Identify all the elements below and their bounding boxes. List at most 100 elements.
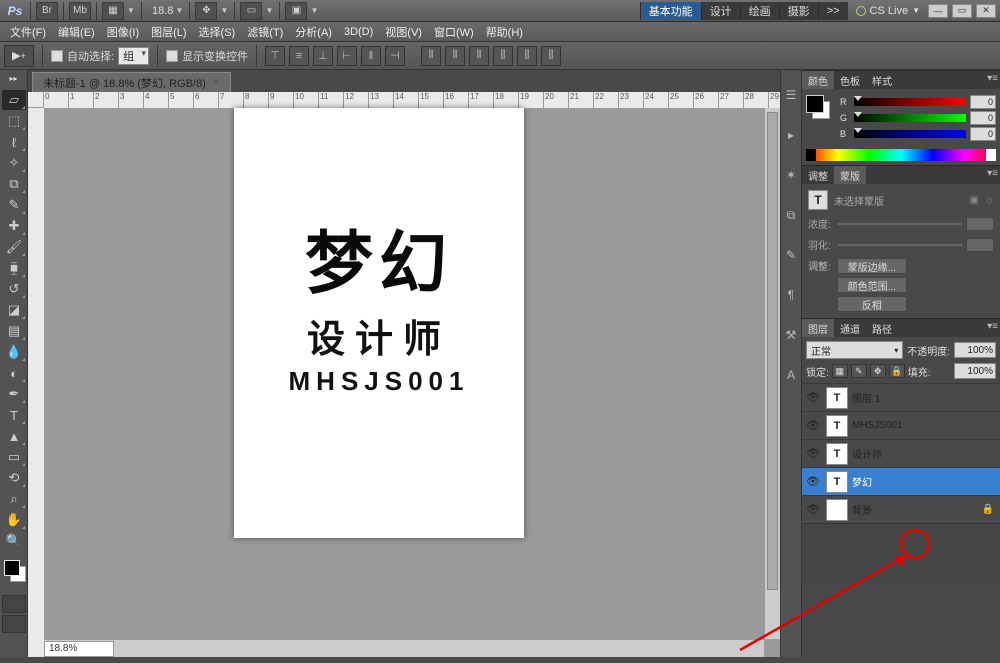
layer-visibility-icon[interactable]: 👁: [804, 475, 822, 488]
screen-mode-button[interactable]: ▣: [285, 2, 307, 20]
paragraph-panel-icon[interactable]: ¶: [782, 286, 800, 304]
canvas-viewport[interactable]: 梦幻 设计师 MHSJS001: [44, 108, 780, 657]
distribute-top-button[interactable]: ⫴: [421, 46, 441, 66]
align-bottom-button[interactable]: ⊥: [313, 46, 333, 66]
fill-value[interactable]: 100%: [954, 363, 996, 379]
density-value[interactable]: [966, 217, 994, 231]
brush-tool[interactable]: 🖌: [2, 237, 26, 257]
ruler-horizontal[interactable]: 0123456789101112131415161718192021222324…: [44, 92, 780, 108]
zoom-level[interactable]: 18.8: [152, 5, 173, 17]
b-slider[interactable]: [854, 130, 966, 138]
menu-image[interactable]: 图像(I): [101, 24, 145, 40]
clone-source-panel-icon[interactable]: ⧉: [782, 206, 800, 224]
blur-tool[interactable]: 💧: [2, 342, 26, 362]
close-tab-icon[interactable]: ✕: [212, 77, 220, 88]
distribute-bottom-button[interactable]: ⫴: [469, 46, 489, 66]
path-selection-tool[interactable]: ▲: [2, 426, 26, 446]
tool-presets-icon[interactable]: ⚒: [782, 326, 800, 344]
menu-layer[interactable]: 图层(L): [145, 24, 192, 40]
layer-visibility-icon[interactable]: 👁: [804, 447, 822, 460]
align-hcenter-button[interactable]: ‖: [361, 46, 381, 66]
layer-row[interactable]: 👁T梦幻: [802, 467, 1000, 495]
color-ramp[interactable]: [806, 149, 996, 161]
tab-swatches[interactable]: 色板: [834, 71, 866, 89]
layer-row[interactable]: 👁TMHSJS001: [802, 411, 1000, 439]
brushes-panel-icon[interactable]: ✶: [782, 166, 800, 184]
color-panel-menu-icon[interactable]: ▾≡: [987, 73, 998, 84]
lock-transparent-icon[interactable]: ▦: [832, 364, 848, 378]
shape-tool[interactable]: ▭: [2, 447, 26, 467]
view-extras-button[interactable]: ▦: [102, 2, 124, 20]
3d-camera-tool[interactable]: ⌕: [2, 489, 26, 509]
ruler-vertical[interactable]: [28, 108, 44, 657]
menu-help[interactable]: 帮助(H): [480, 24, 529, 40]
menu-file[interactable]: 文件(F): [4, 24, 52, 40]
color-range-button[interactable]: 颜色范围...: [837, 277, 907, 293]
arrange-button[interactable]: ▭: [240, 2, 262, 20]
menu-filter[interactable]: 滤镜(T): [241, 24, 289, 40]
history-panel-icon[interactable]: ☰: [782, 86, 800, 104]
blend-mode-dropdown[interactable]: 正常▾: [806, 341, 903, 359]
history-brush-tool[interactable]: ↺: [2, 279, 26, 299]
vector-mask-icon[interactable]: ☼: [985, 195, 994, 206]
opacity-value[interactable]: 100%: [954, 342, 996, 358]
menu-edit[interactable]: 编辑(E): [52, 24, 101, 40]
clone-stamp-tool[interactable]: ⧯: [2, 258, 26, 278]
workspace-painting[interactable]: 绘画: [740, 2, 779, 20]
auto-select-checkbox[interactable]: [51, 50, 63, 62]
current-tool-icon[interactable]: ▶+: [4, 45, 34, 67]
tab-masks[interactable]: 蒙版: [834, 166, 866, 184]
color-swatches[interactable]: [2, 558, 25, 586]
magic-wand-tool[interactable]: ✧: [2, 153, 26, 173]
distribute-vcenter-button[interactable]: ⫴: [445, 46, 465, 66]
align-vcenter-button[interactable]: ≡: [289, 46, 309, 66]
view-extras-dropdown[interactable]: ▼: [125, 6, 137, 15]
align-top-button[interactable]: ⊤: [265, 46, 285, 66]
mask-panel-menu-icon[interactable]: ▾≡: [987, 168, 998, 179]
eyedropper-tool[interactable]: ✎: [2, 195, 26, 215]
hand-dropdown[interactable]: ▼: [218, 6, 230, 15]
tab-channels[interactable]: 通道: [834, 319, 866, 337]
hand-tool-button[interactable]: ✥: [195, 2, 217, 20]
density-slider[interactable]: [838, 223, 962, 225]
screen-mode-dropdown[interactable]: ▼: [308, 6, 320, 15]
gradient-tool[interactable]: ▤: [2, 321, 26, 341]
status-zoom-field[interactable]: 18.8%: [44, 641, 114, 657]
layer-row[interactable]: 👁T设计师: [802, 439, 1000, 467]
minimize-button[interactable]: —: [928, 4, 948, 18]
quick-mask-button[interactable]: [2, 595, 26, 613]
zoom-dropdown[interactable]: ▼: [173, 6, 185, 15]
invert-button[interactable]: 反相: [837, 296, 907, 312]
document-tab[interactable]: 未标题-1 @ 18.8% (梦幻, RGB/8) ✕: [32, 72, 231, 92]
actions-panel-icon[interactable]: ▸: [782, 126, 800, 144]
align-right-button[interactable]: ⊣: [385, 46, 405, 66]
workspace-photography[interactable]: 摄影: [779, 2, 818, 20]
restore-button[interactable]: ▭: [952, 4, 972, 18]
r-slider[interactable]: [854, 98, 966, 106]
distribute-hcenter-button[interactable]: ⫼: [517, 46, 537, 66]
arrange-dropdown[interactable]: ▼: [263, 6, 275, 15]
tab-paths[interactable]: 路径: [866, 319, 898, 337]
g-value[interactable]: 0: [970, 111, 996, 125]
close-button[interactable]: ✕: [976, 4, 996, 18]
show-transform-checkbox[interactable]: [166, 50, 178, 62]
r-value[interactable]: 0: [970, 95, 996, 109]
lasso-tool[interactable]: ℓ: [2, 132, 26, 152]
distribute-right-button[interactable]: ⫼: [541, 46, 561, 66]
layer-visibility-icon[interactable]: 👁: [804, 391, 822, 404]
feather-value[interactable]: [966, 238, 994, 252]
layer-row[interactable]: 👁T图层 1: [802, 383, 1000, 411]
distribute-left-button[interactable]: ⫼: [493, 46, 513, 66]
foreground-color[interactable]: [4, 560, 20, 576]
auto-select-dropdown[interactable]: 组: [118, 47, 149, 65]
screen-mode-cycle-button[interactable]: [2, 615, 26, 633]
cslive-button[interactable]: CS Live ▼: [856, 5, 920, 17]
mask-edge-button[interactable]: 蒙版边缘...: [837, 258, 907, 274]
scrollbar-vertical[interactable]: [764, 108, 780, 639]
color-panel-fg[interactable]: [806, 95, 824, 113]
tools-collapse-icon[interactable]: ▸▸: [0, 72, 27, 84]
menu-view[interactable]: 视图(V): [379, 24, 428, 40]
lock-all-icon[interactable]: 🔒: [889, 364, 905, 378]
menu-3d[interactable]: 3D(D): [338, 26, 379, 38]
align-left-button[interactable]: ⊢: [337, 46, 357, 66]
